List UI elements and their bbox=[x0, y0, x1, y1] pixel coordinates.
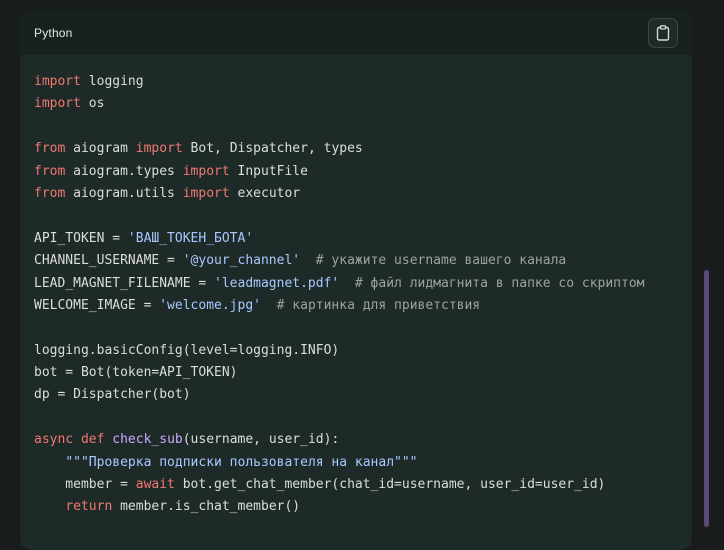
code-token: await bbox=[135, 477, 175, 493]
code-token: return bbox=[65, 499, 113, 515]
code-line: CHANNEL_USERNAME = '@your_channel' # ука… bbox=[34, 250, 645, 272]
code-token: def bbox=[80, 432, 105, 448]
code-token: from bbox=[34, 163, 66, 179]
code-line: API_TOKEN = 'ВАШ_ТОКЕН_БОТА' bbox=[34, 228, 645, 250]
code-token: import bbox=[182, 185, 230, 201]
code-line: member = await bot.get_chat_member(chat_… bbox=[34, 474, 645, 496]
code-token: logging.basicConfig(level=logging.INFO) bbox=[34, 342, 340, 358]
clipboard-icon bbox=[656, 24, 670, 41]
code-token: aiogram bbox=[65, 141, 136, 157]
code-token: aiogram.utils bbox=[65, 185, 183, 201]
code-token: """Проверка подписки пользователя на кан… bbox=[65, 454, 418, 470]
code-line: logging.basicConfig(level=logging.INFO) bbox=[34, 340, 645, 362]
code-token: member.is_chat_member() bbox=[112, 499, 301, 515]
code-line: WELCOME_IMAGE = 'welcome.jpg' # картинка… bbox=[34, 295, 645, 317]
code-token: executor bbox=[229, 185, 301, 201]
code-token: (username, user_id): bbox=[182, 432, 340, 448]
code-line: from aiogram import Bot, Dispatcher, typ… bbox=[34, 138, 645, 160]
code-line: import os bbox=[34, 93, 645, 115]
code-line: import logging bbox=[34, 71, 645, 93]
language-label: Python bbox=[34, 25, 73, 40]
copy-button[interactable] bbox=[648, 17, 678, 48]
code-line: dp = Dispatcher(bot) bbox=[34, 384, 645, 406]
code-token: API_TOKEN = bbox=[34, 230, 128, 246]
code-line: LEAD_MAGNET_FILENAME = 'leadmagnet.pdf' … bbox=[34, 273, 645, 295]
code-token: bot.get_chat_member(chat_id=username, us… bbox=[174, 477, 606, 493]
scrollbar-thumb[interactable] bbox=[704, 270, 709, 527]
code-token: os bbox=[80, 96, 105, 112]
code-line: from aiogram.utils import executor bbox=[34, 183, 645, 205]
code-token: aiogram.types bbox=[65, 163, 183, 179]
code-block: Python import logging import os from aiog… bbox=[20, 10, 692, 550]
code-token: CHANNEL_USERNAME = bbox=[34, 253, 183, 269]
code-token: import bbox=[135, 141, 183, 157]
code-line: async def check_sub(username, user_id): bbox=[34, 429, 645, 451]
code-token: member = bbox=[34, 477, 136, 493]
code-token: 'welcome.jpg' bbox=[159, 297, 261, 313]
code-token: InputFile bbox=[229, 163, 308, 179]
code-token: Bot, Dispatcher, types bbox=[182, 141, 363, 157]
code-token: from bbox=[34, 185, 66, 201]
code-token: WELCOME_IMAGE = bbox=[34, 297, 160, 313]
code-line: """Проверка подписки пользователя на кан… bbox=[34, 452, 645, 474]
code-line: return member.is_chat_member() bbox=[34, 496, 645, 518]
code-block-header: Python bbox=[20, 10, 692, 55]
code-token: async bbox=[34, 432, 74, 448]
code-token: # файл лидмагнита в папке со скриптом bbox=[339, 275, 645, 291]
code-token: bot = Bot(token=API_TOKEN) bbox=[34, 365, 238, 381]
code-token: logging bbox=[80, 74, 144, 89]
code-line: bot = Bot(token=API_TOKEN) bbox=[34, 362, 645, 384]
code-token: check_sub bbox=[112, 432, 183, 448]
code-token: 'ВАШ_ТОКЕН_БОТА' bbox=[127, 230, 254, 246]
code-token: import bbox=[34, 74, 81, 89]
code-token: # картинка для приветствия bbox=[260, 297, 481, 313]
code-token: 'leadmagnet.pdf' bbox=[214, 275, 340, 291]
code-token: # укажите username вашего канала bbox=[300, 253, 567, 269]
code-line: from aiogram.types import InputFile bbox=[34, 161, 645, 183]
code-token: import bbox=[34, 96, 81, 112]
code-token: '@your_channel' bbox=[182, 253, 301, 269]
code-content: import logging import os from aiogram imp… bbox=[34, 71, 645, 519]
code-token: from bbox=[34, 141, 66, 157]
code-token: dp = Dispatcher(bot) bbox=[34, 387, 191, 403]
code-token: import bbox=[182, 163, 230, 179]
code-token: LEAD_MAGNET_FILENAME = bbox=[34, 275, 215, 291]
